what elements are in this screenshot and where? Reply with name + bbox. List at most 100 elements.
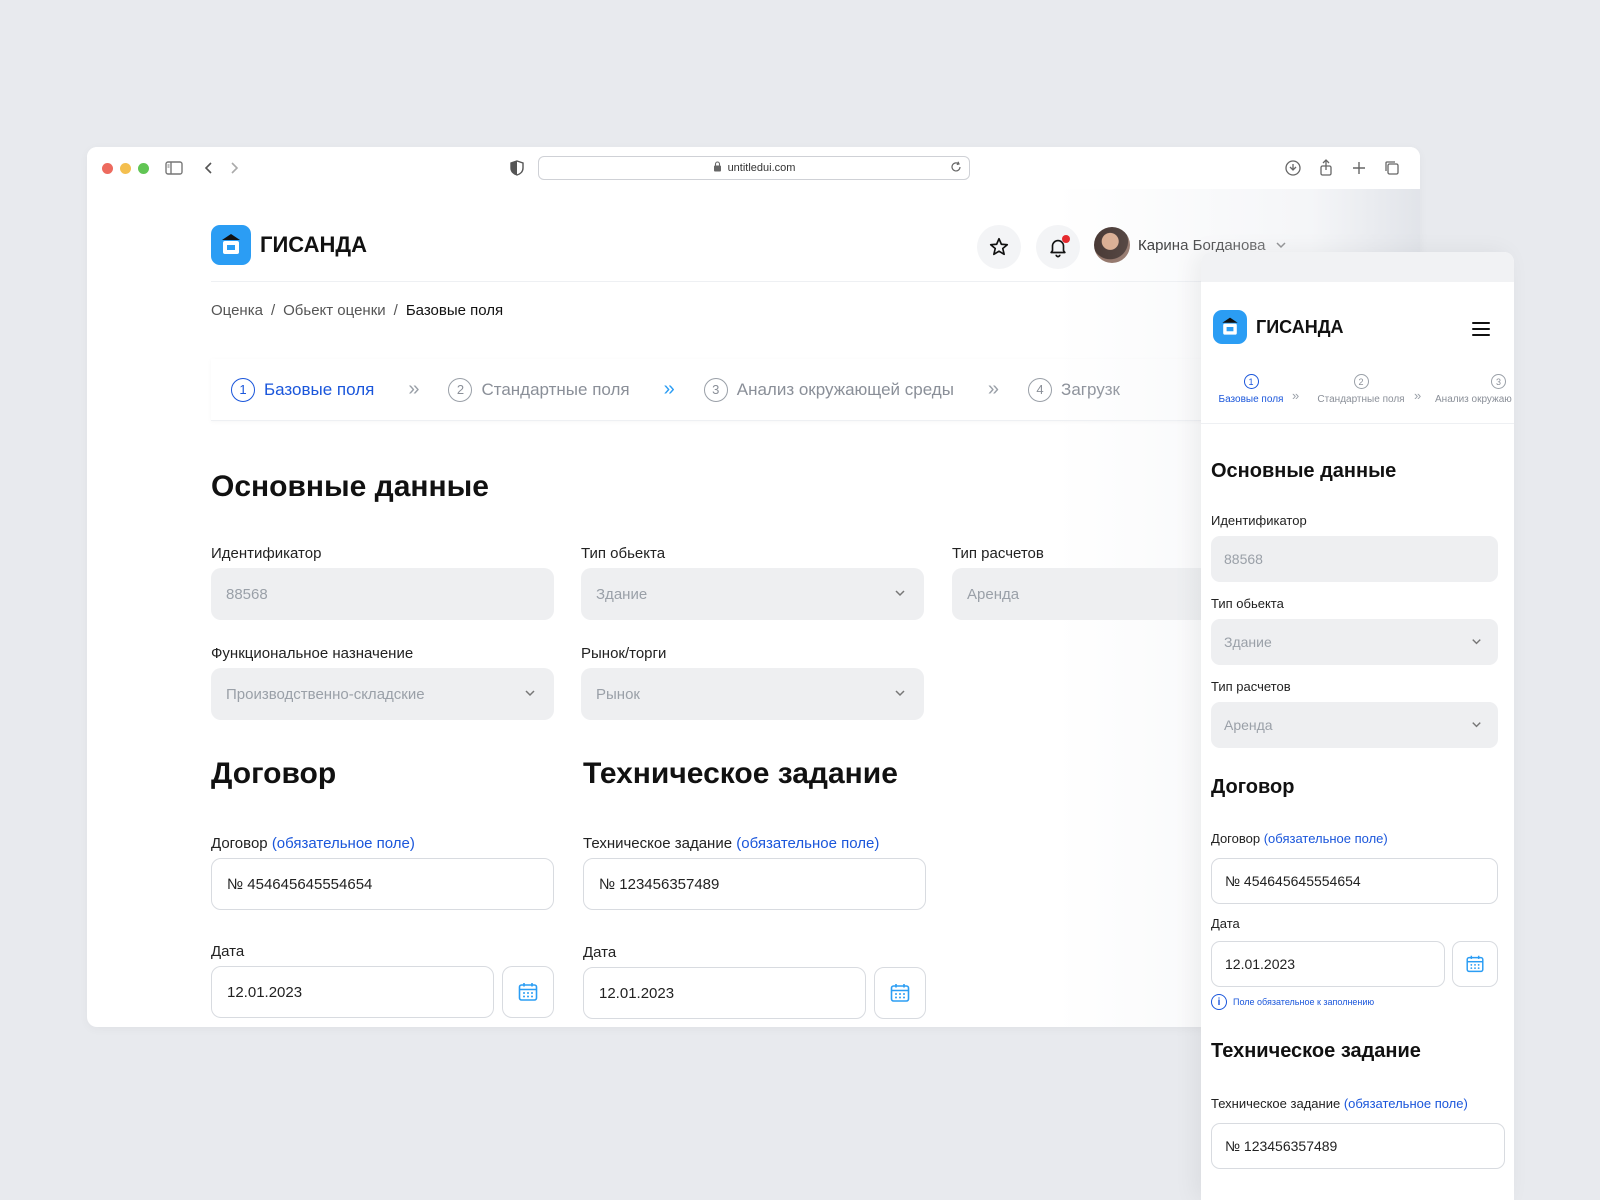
mobile-brand-logo[interactable]: ГИСАНДА [1213, 310, 1344, 344]
object-type-label: Тип обьекта [581, 545, 666, 562]
breadcrumb-item-evaluation[interactable]: Оценка [211, 302, 263, 319]
chevron-down-icon [895, 690, 905, 697]
step-number: 3 [703, 377, 728, 402]
tech-date-picker-button[interactable] [874, 967, 926, 1019]
forward-icon[interactable] [223, 157, 245, 179]
contract-date-value: 12.01.2023 [1225, 956, 1296, 972]
download-icon[interactable] [1282, 157, 1304, 179]
purpose-label: Функциональное назначение [211, 645, 414, 662]
identifier-label: Идентификатор [211, 545, 322, 562]
mobile-calc-type-label: Тип расчетов [1211, 679, 1291, 694]
step-label: Анализ окружающей среды [736, 379, 954, 399]
section-title-tech: Техническое задание [583, 757, 898, 790]
step-number: 1 [1243, 374, 1259, 389]
mobile-identifier-label: Идентификатор [1211, 513, 1307, 528]
minimize-window-button[interactable] [120, 163, 131, 174]
identifier-field[interactable]: 88568 [211, 568, 554, 620]
mobile-date-picker-button[interactable] [1452, 941, 1498, 987]
mobile-step-standard-fields[interactable]: 2 Стандартные поля [1313, 374, 1409, 405]
step-basic-fields[interactable]: 1 Базовые поля [231, 377, 374, 402]
breadcrumb-item-object[interactable]: Обьект оценки [283, 302, 386, 319]
mobile-object-type-label: Тип обьекта [1211, 596, 1284, 611]
object-type-select[interactable]: Здание [581, 568, 924, 620]
browser-toolbar: untitledui.com [87, 147, 1420, 189]
calendar-icon [1466, 955, 1484, 973]
calc-type-value: Аренда [1224, 717, 1273, 733]
menu-icon[interactable] [1472, 322, 1490, 340]
back-icon[interactable] [198, 157, 220, 179]
mobile-contract-date-input[interactable]: 12.01.2023 [1211, 941, 1445, 987]
tech-number-value: № 123456357489 [1225, 1138, 1338, 1154]
contract-date-picker-button[interactable] [502, 966, 554, 1018]
mobile-section-title-basic: Основные данные [1211, 460, 1397, 482]
new-tab-icon[interactable] [1348, 157, 1370, 179]
sidebar-toggle-icon[interactable] [163, 157, 185, 179]
notification-badge [1062, 235, 1070, 243]
contract-required-note: (обязательное поле) [1263, 831, 1388, 846]
tech-label: Техническое задание (обязательное поле) [583, 835, 879, 852]
mobile-view: ГИСАНДА 1 Базовые поля » 2 Стандартные п… [1201, 252, 1514, 1200]
calc-type-value: Аренда [967, 585, 1020, 603]
market-label: Рынок/торги [581, 645, 667, 662]
object-type-value: Здание [1224, 634, 1272, 650]
address-bar[interactable]: untitledui.com [538, 156, 970, 180]
mobile-object-type-select[interactable]: Здание [1211, 619, 1498, 665]
calendar-icon [890, 984, 910, 1002]
tech-date-label: Дата [583, 944, 617, 961]
step-label: Стандартные поля [481, 379, 630, 399]
close-window-button[interactable] [102, 163, 113, 174]
tech-number-input[interactable]: № 123456357489 [583, 858, 926, 910]
breadcrumb-separator: / [393, 302, 398, 319]
header-divider [211, 281, 1291, 282]
house-logo-icon [211, 225, 251, 265]
contract-number-input[interactable]: № 454645645554654 [211, 858, 554, 910]
mobile-tech-number-input[interactable]: № 123456357489 [1211, 1123, 1505, 1169]
share-icon[interactable] [1315, 157, 1337, 179]
step-standard-fields[interactable]: 2 Стандартные поля [448, 377, 630, 402]
step-label: Базовые поля [1218, 394, 1284, 405]
contract-label-text: Договор [1211, 831, 1261, 846]
tech-number-value: № 123456357489 [599, 875, 720, 893]
breadcrumb-separator: / [270, 302, 276, 319]
identifier-value: 88568 [226, 585, 268, 603]
tabs-overview-icon[interactable] [1381, 157, 1403, 179]
contract-number-value: № 454645645554654 [1225, 873, 1361, 889]
shield-icon[interactable] [506, 157, 528, 179]
step-number: 4 [1028, 377, 1053, 402]
mobile-tech-label: Техническое задание (обязательное поле) [1211, 1096, 1468, 1111]
step-upload[interactable]: 4 Загрузк [1028, 377, 1120, 402]
mobile-identifier-field[interactable]: 88568 [1211, 536, 1498, 582]
mobile-contract-number-input[interactable]: № 454645645554654 [1211, 858, 1498, 904]
step-environment-analysis[interactable]: 3 Анализ окружающей среды [703, 377, 954, 402]
mobile-step-basic-fields[interactable]: 1 Базовые поля [1215, 374, 1287, 405]
contract-date-input[interactable]: 12.01.2023 [211, 966, 494, 1018]
market-select[interactable]: Рынок [581, 668, 924, 720]
tech-date-input[interactable]: 12.01.2023 [583, 967, 866, 1019]
maximize-window-button[interactable] [138, 163, 149, 174]
brand-name: ГИСАНДА [260, 232, 367, 257]
identifier-value: 88568 [1224, 551, 1263, 567]
favorites-button[interactable] [977, 225, 1021, 269]
mobile-step-environment-analysis[interactable]: 3 Анализ окружаю [1435, 374, 1514, 405]
step-label: Загрузк [1061, 379, 1120, 399]
section-title-contract: Договор [211, 757, 337, 790]
chevron-down-icon [1472, 639, 1481, 645]
required-hint-text: Поле обязательное к заполнению [1233, 997, 1375, 1007]
brand-logo[interactable]: ГИСАНДА [211, 225, 367, 265]
calc-type-label: Тип расчетов [952, 545, 1044, 562]
contract-date-label: Дата [211, 943, 245, 960]
chevron-down-icon [1276, 242, 1286, 249]
stepper: 1 Базовые поля » 2 Стандартные поля » 3 … [211, 359, 1301, 421]
contract-number-value: № 454645645554654 [227, 875, 373, 893]
reload-icon[interactable] [949, 160, 963, 177]
chevron-down-icon [1472, 722, 1481, 728]
breadcrumb: Оценка / Обьект оценки / Базовые поля [211, 302, 503, 319]
double-chevron-icon: » [987, 378, 999, 400]
double-chevron-icon: » [663, 378, 675, 400]
mobile-stepper: 1 Базовые поля » 2 Стандартные поля » 3 … [1201, 374, 1514, 424]
mobile-calc-type-select[interactable]: Аренда [1211, 702, 1498, 748]
notifications-button[interactable] [1036, 225, 1080, 269]
url-text: untitledui.com [727, 162, 796, 174]
object-type-value: Здание [596, 585, 648, 603]
purpose-select[interactable]: Производственно-складские [211, 668, 554, 720]
